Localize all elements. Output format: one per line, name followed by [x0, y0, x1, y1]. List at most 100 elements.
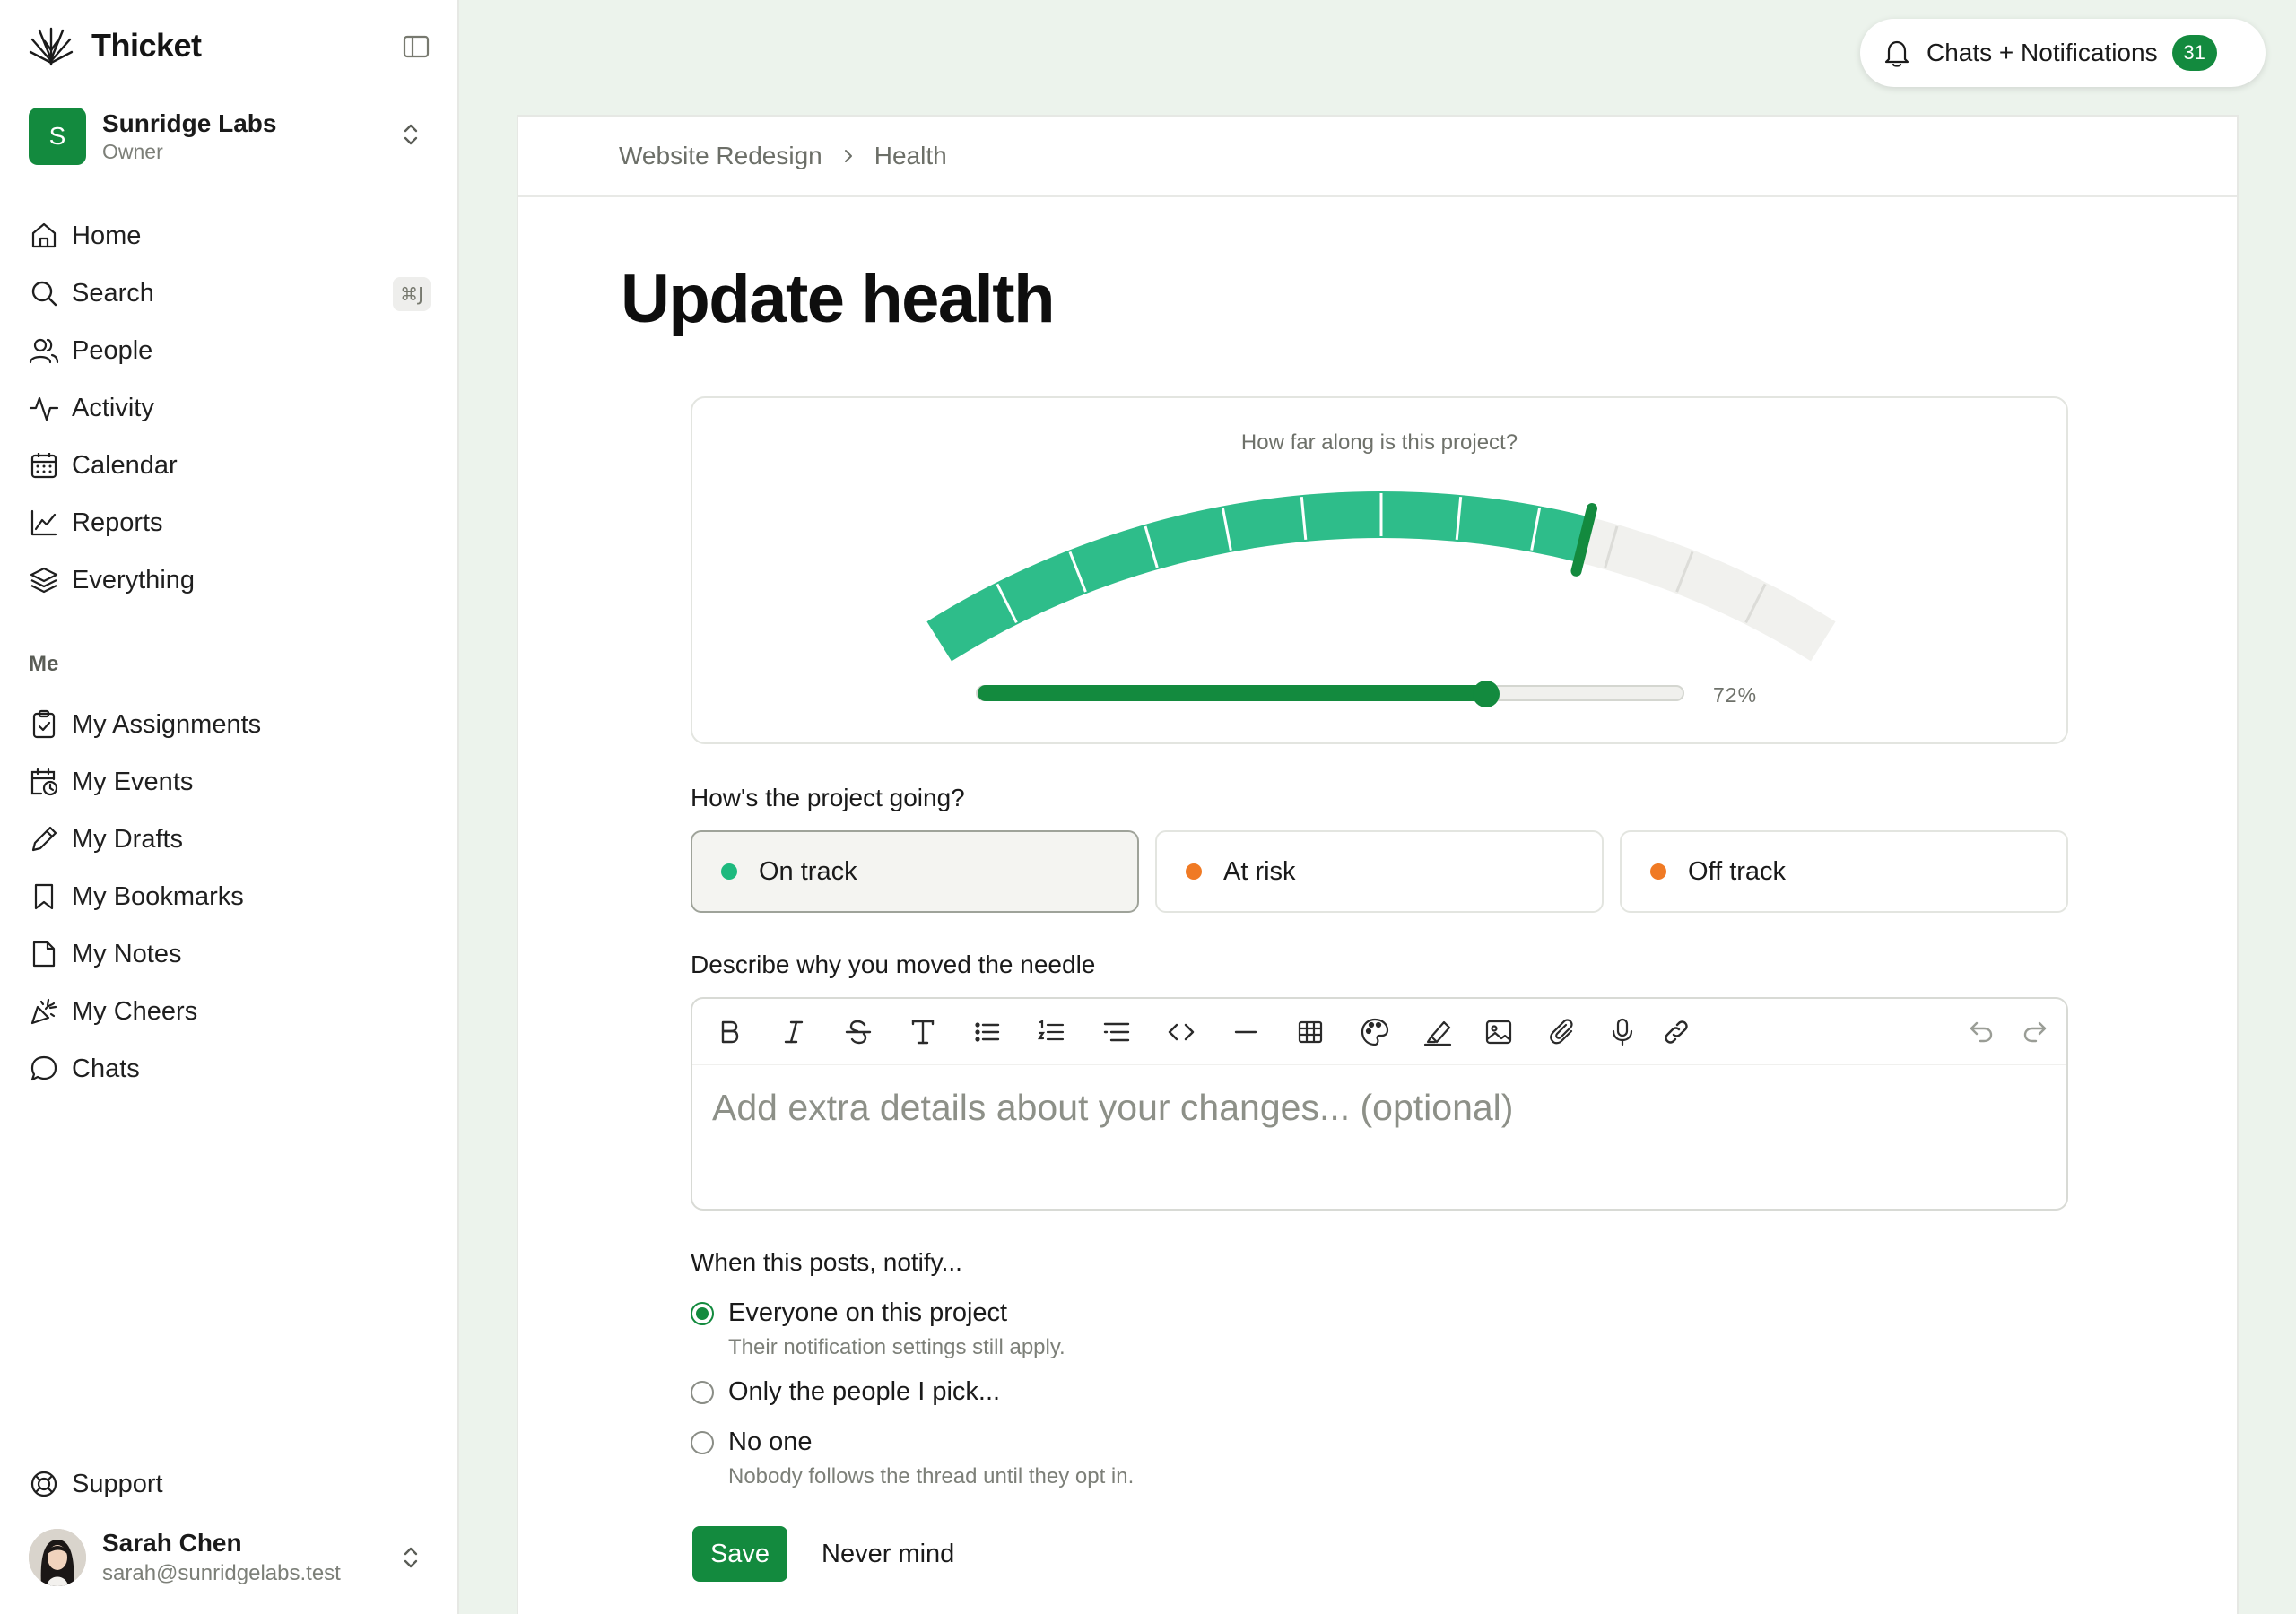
nav-item-activity[interactable]: Activity: [14, 379, 430, 437]
image-icon[interactable]: [1482, 1015, 1516, 1049]
bullet-list-icon[interactable]: [970, 1015, 1004, 1049]
status-options: On track At risk Off track: [691, 830, 2068, 913]
nav-item-home[interactable]: Home: [14, 207, 430, 265]
progress-slider-fill: [978, 685, 1488, 701]
people-icon: [29, 335, 59, 366]
chart-line-icon: [29, 508, 59, 538]
sidebar-toggle-icon[interactable]: [402, 32, 430, 61]
nav-item-chats[interactable]: Chats: [14, 1040, 430, 1098]
palette-icon[interactable]: [1358, 1015, 1392, 1049]
bookmark-icon: [29, 881, 59, 912]
notify-option-no-one[interactable]: No one Nobody follows the thread until t…: [691, 1427, 1134, 1489]
table-icon[interactable]: [1293, 1015, 1327, 1049]
section-label-me: Me: [29, 652, 59, 676]
text-size-icon[interactable]: [906, 1015, 940, 1049]
divider-icon[interactable]: [1229, 1015, 1263, 1049]
search-icon: [29, 278, 59, 308]
progress-card: How far along is this project? 72%: [691, 396, 2068, 744]
bold-icon[interactable]: [712, 1015, 746, 1049]
status-option-at-risk[interactable]: At risk: [1155, 830, 1604, 913]
undo-icon[interactable]: [1964, 1015, 1998, 1049]
strikethrough-icon[interactable]: [841, 1015, 875, 1049]
nav-item-support[interactable]: Support: [14, 1455, 430, 1513]
nav-item-my-assignments[interactable]: My Assignments: [14, 696, 430, 753]
status-question: How's the project going?: [691, 784, 965, 811]
app-name: Thicket: [91, 27, 202, 64]
editor-toolbar: [692, 999, 2066, 1065]
user-email: sarah@sunridgelabs.test: [102, 1561, 341, 1585]
notify-option-everyone[interactable]: Everyone on this project Their notificat…: [691, 1298, 1065, 1360]
redo-icon[interactable]: [2018, 1015, 2052, 1049]
nav-item-reports[interactable]: Reports: [14, 494, 430, 551]
nav-item-my-notes[interactable]: My Notes: [14, 925, 430, 983]
party-popper-icon: [29, 996, 59, 1027]
nav-item-my-bookmarks[interactable]: My Bookmarks: [14, 868, 430, 925]
nav-item-calendar[interactable]: Calendar: [14, 437, 430, 494]
status-option-on-track[interactable]: On track: [691, 830, 1139, 913]
main-panel: Website Redesign Health Update health Ho…: [517, 115, 2239, 1614]
layers-icon: [29, 565, 59, 595]
microphone-icon[interactable]: [1605, 1015, 1639, 1049]
me-nav: My Assignments My Events My Drafts My Bo…: [14, 696, 430, 1098]
never-mind-button[interactable]: Never mind: [822, 1526, 954, 1582]
chevron-up-down-icon: [395, 118, 427, 151]
editor-placeholder[interactable]: Add extra details about your changes... …: [712, 1087, 1513, 1129]
activity-icon: [29, 393, 59, 423]
progress-value-label: 72%: [1713, 683, 1758, 707]
nav-item-my-drafts[interactable]: My Drafts: [14, 811, 430, 868]
italic-icon[interactable]: [777, 1015, 811, 1049]
indent-list-icon[interactable]: [1100, 1015, 1134, 1049]
life-buoy-icon: [29, 1469, 59, 1499]
org-avatar: S: [29, 108, 86, 165]
thicket-logo-icon: [29, 23, 74, 68]
nav-item-people[interactable]: People: [14, 322, 430, 379]
note-icon: [29, 939, 59, 969]
nav-item-search[interactable]: Search ⌘J: [14, 265, 430, 322]
user-name: Sarah Chen: [102, 1529, 242, 1557]
save-button[interactable]: Save: [692, 1526, 787, 1582]
calendar-icon: [29, 450, 59, 481]
notifications-label: Chats + Notifications: [1926, 39, 2158, 66]
brand[interactable]: Thicket: [29, 23, 202, 68]
search-shortcut-badge: ⌘J: [393, 277, 430, 311]
paperclip-icon[interactable]: [1546, 1015, 1580, 1049]
highlighter-icon[interactable]: [1421, 1015, 1455, 1049]
chevron-up-down-icon: [395, 1541, 427, 1574]
radio-button[interactable]: [691, 1431, 714, 1454]
editor-question: Describe why you moved the needle: [691, 950, 1096, 978]
notify-option-pick[interactable]: Only the people I pick...: [691, 1377, 1000, 1407]
calendar-clock-icon: [29, 767, 59, 797]
radio-button[interactable]: [691, 1302, 714, 1325]
radio-button[interactable]: [691, 1381, 714, 1404]
link-icon[interactable]: [1659, 1015, 1693, 1049]
gauge-fill: [926, 490, 1590, 662]
avatar: [29, 1529, 86, 1586]
chats-notifications-button[interactable]: Chats + Notifications 31: [1860, 19, 2266, 87]
notifications-count-badge: 31: [2171, 35, 2217, 71]
notify-question: When this posts, notify...: [691, 1248, 962, 1276]
breadcrumb: Website Redesign Health: [518, 117, 2237, 197]
org-switcher[interactable]: S Sunridge Labs Owner: [29, 106, 430, 167]
progress-slider-thumb[interactable]: [1472, 681, 1500, 707]
nav-item-my-events[interactable]: My Events: [14, 753, 430, 811]
numbered-list-icon[interactable]: [1035, 1015, 1069, 1049]
breadcrumb-project-link[interactable]: Website Redesign: [619, 142, 822, 170]
support-nav: Support: [14, 1455, 430, 1513]
sidebar: Thicket S Sunridge Labs Owner Home Searc…: [0, 0, 459, 1614]
nav-item-my-cheers[interactable]: My Cheers: [14, 983, 430, 1040]
pencil-icon: [29, 824, 59, 855]
code-icon[interactable]: [1164, 1015, 1198, 1049]
chat-bubble-icon: [29, 1054, 59, 1084]
nav-item-everything[interactable]: Everything: [14, 551, 430, 609]
home-icon: [29, 221, 59, 251]
status-option-off-track[interactable]: Off track: [1620, 830, 2068, 913]
rich-text-editor[interactable]: Add extra details about your changes... …: [691, 997, 2068, 1210]
clipboard-check-icon: [29, 709, 59, 740]
status-dot: [1186, 863, 1202, 880]
progress-slider[interactable]: [976, 685, 1684, 701]
user-menu[interactable]: Sarah Chen sarah@sunridgelabs.test: [29, 1524, 430, 1591]
breadcrumb-health-link[interactable]: Health: [874, 142, 947, 170]
bell-icon: [1882, 38, 1912, 68]
chevron-right-icon: [839, 146, 858, 166]
page-title: Update health: [621, 261, 1056, 337]
